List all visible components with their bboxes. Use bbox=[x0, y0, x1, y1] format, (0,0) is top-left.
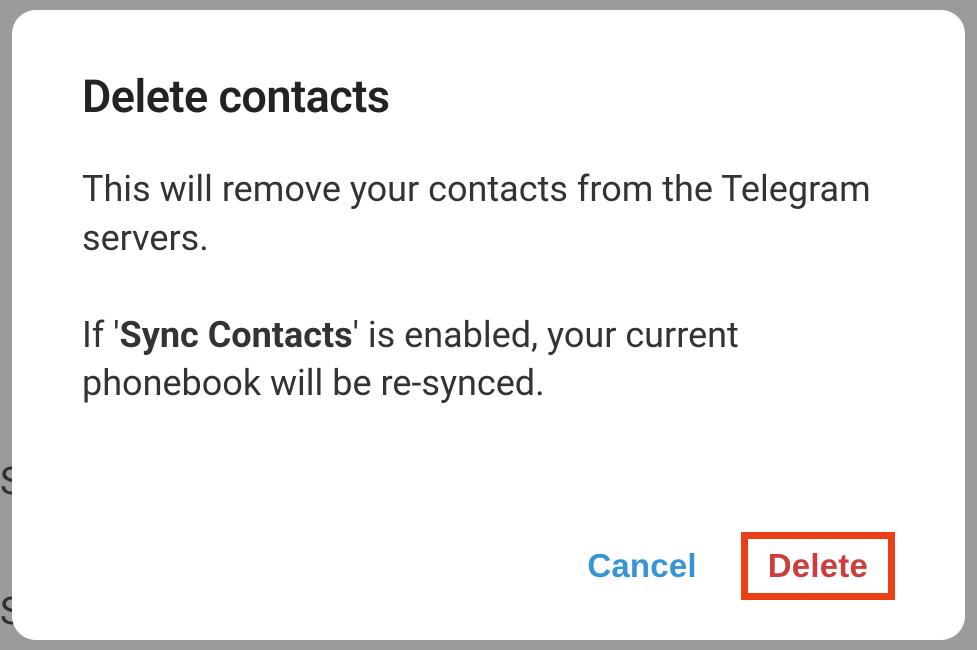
dialog-message-part1: This will remove your contacts from the … bbox=[82, 168, 871, 259]
delete-contacts-dialog: Delete contacts This will remove your co… bbox=[12, 10, 965, 640]
dialog-actions: Cancel Delete bbox=[82, 532, 895, 600]
delete-button[interactable]: Delete bbox=[741, 532, 895, 600]
dialog-title: Delete contacts bbox=[82, 70, 895, 123]
dialog-message-bold: Sync Contacts bbox=[120, 314, 353, 356]
cancel-button[interactable]: Cancel bbox=[571, 537, 712, 595]
dialog-message-part2-prefix: If ' bbox=[82, 314, 120, 356]
dialog-message: This will remove your contacts from the … bbox=[82, 165, 895, 512]
